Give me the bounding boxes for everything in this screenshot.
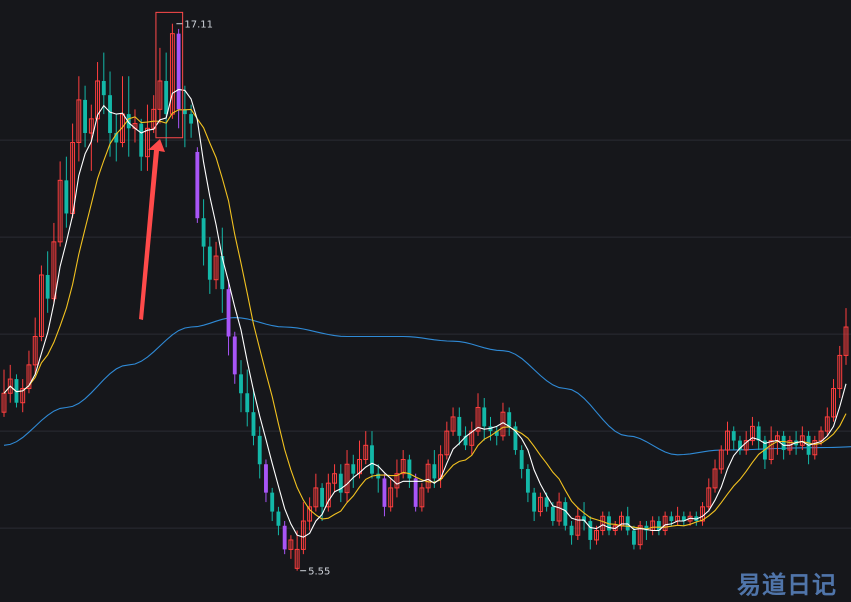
candle-body	[432, 464, 437, 479]
candle-body	[195, 151, 200, 219]
candle-body	[201, 218, 206, 247]
arrow-annotation	[139, 139, 165, 320]
candle-body	[413, 478, 418, 507]
candle-body	[164, 80, 169, 115]
candle-body	[108, 95, 112, 134]
candle-body	[407, 459, 412, 479]
candle-body	[189, 114, 194, 124]
candle-body	[382, 478, 387, 507]
candle-body	[45, 274, 50, 299]
candle-body	[632, 530, 636, 545]
candle-body	[519, 450, 524, 469]
candle-body	[320, 487, 325, 507]
candle-body	[563, 502, 568, 526]
candle-body	[507, 412, 512, 427]
candlestick-chart: 17.11 5.55	[0, 11, 851, 578]
ma60-line	[3, 317, 851, 456]
ma5-line	[3, 88, 847, 538]
ma60-layer	[3, 317, 851, 456]
candle-body	[482, 407, 487, 427]
candle-body	[207, 246, 212, 280]
candle-body	[756, 426, 761, 441]
candle-body	[370, 445, 374, 474]
candle-body	[588, 521, 593, 540]
candle-body	[282, 525, 287, 550]
candle-body	[257, 435, 262, 465]
low-price-label: 5.55	[308, 567, 330, 578]
candle-body	[101, 80, 106, 96]
candle-body	[251, 412, 256, 436]
candle-body	[176, 33, 181, 110]
candle-body	[731, 431, 736, 441]
candle-body	[264, 464, 268, 493]
short-ma-layer	[3, 88, 847, 538]
candle-body	[276, 511, 281, 526]
candle-body	[376, 473, 381, 479]
candle-body	[351, 464, 356, 474]
candle-body	[525, 468, 530, 493]
grid-lines	[0, 139, 851, 529]
candle-body	[232, 336, 237, 375]
candle-body	[64, 180, 69, 214]
candle-body	[139, 123, 144, 157]
high-price-label: 17.11	[184, 20, 213, 31]
candle-body	[781, 435, 786, 451]
candle-body	[83, 99, 88, 134]
candle-body	[457, 416, 462, 436]
candle-body	[245, 393, 250, 413]
candle-body	[270, 492, 275, 512]
watermark-logo: 易道日记	[737, 571, 837, 599]
candle-body	[239, 374, 243, 394]
candle-body	[532, 492, 537, 512]
candle-body	[669, 516, 674, 522]
candle-body	[550, 506, 555, 522]
candle-body	[226, 289, 231, 337]
candle-body	[569, 525, 574, 536]
